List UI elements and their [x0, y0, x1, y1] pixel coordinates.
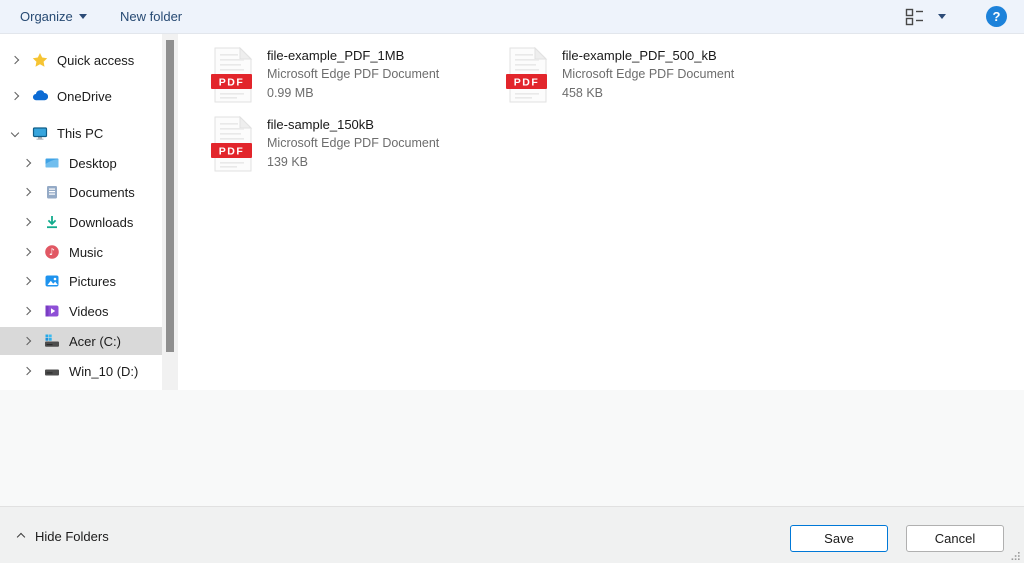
sidebar-item-this-pc[interactable]: This PC	[0, 119, 162, 147]
sidebar-item-label: OneDrive	[57, 88, 112, 104]
chevron-right-icon[interactable]	[10, 55, 20, 65]
sidebar-item-music[interactable]: ♪ Music	[0, 238, 162, 266]
pdf-file-icon: PDF	[211, 116, 253, 172]
sidebar-item-win10-d[interactable]: Win_10 (D:)	[0, 357, 162, 385]
chevron-right-icon[interactable]	[22, 306, 32, 316]
chevron-right-icon[interactable]	[22, 336, 32, 346]
windows-drive-icon	[44, 333, 60, 349]
footer: Hide Folders Save Cancel	[0, 506, 1024, 563]
sidebar-item-label: Win_10 (D:)	[69, 363, 139, 379]
file-item[interactable]: PDF file-example_PDF_1MB Microsoft Edge …	[210, 46, 502, 106]
toolbar: Organize New folder ?	[0, 0, 1024, 34]
chevron-right-icon[interactable]	[22, 158, 32, 168]
pdf-badge: PDF	[219, 146, 245, 158]
svg-text:♪: ♪	[49, 247, 55, 258]
sidebar-scrollbar[interactable]	[162, 34, 178, 390]
chevron-right-icon[interactable]	[10, 91, 20, 101]
file-size: 0.99 MB	[267, 86, 314, 100]
pdf-file-icon: PDF	[506, 47, 548, 103]
new-folder-label: New folder	[120, 9, 183, 24]
file-name: file-example_PDF_500_kB	[562, 48, 717, 63]
sidebar-item-label: Acer (C:)	[69, 333, 121, 349]
sidebar-item-downloads[interactable]: Downloads	[0, 208, 162, 236]
navigation-pane: Quick access OneDrive This PC Desktop Do…	[0, 34, 162, 390]
chevron-right-icon[interactable]	[22, 366, 32, 376]
chevron-right-icon[interactable]	[22, 217, 32, 227]
save-button[interactable]: Save	[790, 525, 888, 552]
chevron-right-icon[interactable]	[22, 187, 32, 197]
onedrive-cloud-icon	[32, 88, 49, 104]
drive-icon	[44, 363, 60, 379]
cancel-button[interactable]: Cancel	[906, 525, 1004, 552]
sidebar-item-onedrive[interactable]: OneDrive	[0, 82, 162, 110]
chevron-down-icon	[78, 14, 87, 19]
file-type: Microsoft Edge PDF Document	[267, 67, 440, 81]
sidebar-item-label: Videos	[69, 303, 109, 319]
file-info: file-example_PDF_1MB Microsoft Edge PDF …	[267, 46, 439, 106]
sidebar-item-desktop[interactable]: Desktop	[0, 149, 162, 177]
file-size: 139 KB	[267, 155, 309, 169]
music-note-icon: ♪	[44, 244, 60, 260]
video-icon	[44, 303, 60, 319]
chevron-down-icon[interactable]	[10, 128, 20, 138]
chevron-up-icon	[16, 532, 26, 541]
pdf-badge: PDF	[219, 77, 245, 89]
view-mode-button[interactable]	[905, 8, 929, 26]
file-type: Microsoft Edge PDF Document	[267, 136, 440, 150]
help-icon: ?	[992, 9, 1001, 24]
file-info: file-sample_150kB Microsoft Edge PDF Doc…	[267, 115, 439, 175]
sidebar-item-documents[interactable]: Documents	[0, 178, 162, 206]
chevron-right-icon[interactable]	[22, 247, 32, 257]
sidebar-item-quick-access[interactable]: Quick access	[0, 46, 162, 74]
file-item[interactable]: PDF file-example_PDF_500_kB Microsoft Ed…	[505, 46, 797, 106]
file-type: Microsoft Edge PDF Document	[562, 67, 735, 81]
hide-folders-label: Hide Folders	[35, 529, 109, 544]
organize-label: Organize	[20, 9, 73, 24]
list-view-icon	[905, 8, 923, 26]
sidebar-item-label: This PC	[57, 125, 104, 141]
desktop-icon	[44, 155, 60, 171]
cancel-label: Cancel	[934, 531, 976, 546]
save-dialog: Organize New folder ? Quick access OneDr…	[0, 0, 1024, 563]
file-item[interactable]: PDF file-sample_150kB Microsoft Edge PDF…	[210, 115, 502, 175]
help-button[interactable]: ?	[986, 6, 1007, 27]
form-panel: File name: Binder Save as type: Adobe PD…	[0, 390, 1024, 506]
file-name: file-sample_150kB	[267, 117, 374, 132]
organize-button[interactable]: Organize	[20, 0, 87, 33]
monitor-icon	[32, 125, 48, 141]
file-info: file-example_PDF_500_kB Microsoft Edge P…	[562, 46, 734, 106]
sidebar-item-acer-c[interactable]: Acer (C:)	[0, 327, 162, 355]
pdf-file-icon: PDF	[211, 47, 253, 103]
sidebar-item-label: Documents	[69, 184, 135, 200]
picture-icon	[44, 273, 60, 289]
new-folder-button[interactable]: New folder	[120, 0, 182, 33]
document-icon	[44, 184, 60, 200]
sidebar-item-label: Desktop	[69, 155, 117, 171]
sidebar-item-label: Downloads	[69, 214, 134, 230]
view-mode-dropdown-arrow[interactable]	[938, 14, 946, 19]
hide-folders-button[interactable]: Hide Folders	[16, 529, 109, 544]
file-size: 458 KB	[562, 86, 604, 100]
download-arrow-icon	[44, 214, 60, 230]
chevron-right-icon[interactable]	[22, 276, 32, 286]
save-label: Save	[824, 531, 854, 546]
file-name: file-example_PDF_1MB	[267, 48, 405, 63]
file-list: PDF file-example_PDF_1MB Microsoft Edge …	[178, 34, 1024, 390]
pdf-badge: PDF	[514, 77, 540, 89]
sidebar-item-videos[interactable]: Videos	[0, 297, 162, 325]
sidebar-item-label: Pictures	[69, 273, 116, 289]
sidebar-item-pictures[interactable]: Pictures	[0, 267, 162, 295]
sidebar-item-label: Music	[69, 244, 103, 260]
star-icon	[32, 52, 48, 68]
resize-grip[interactable]	[1009, 549, 1021, 561]
sidebar-item-label: Quick access	[57, 52, 135, 68]
scrollbar-thumb[interactable]	[166, 40, 174, 352]
